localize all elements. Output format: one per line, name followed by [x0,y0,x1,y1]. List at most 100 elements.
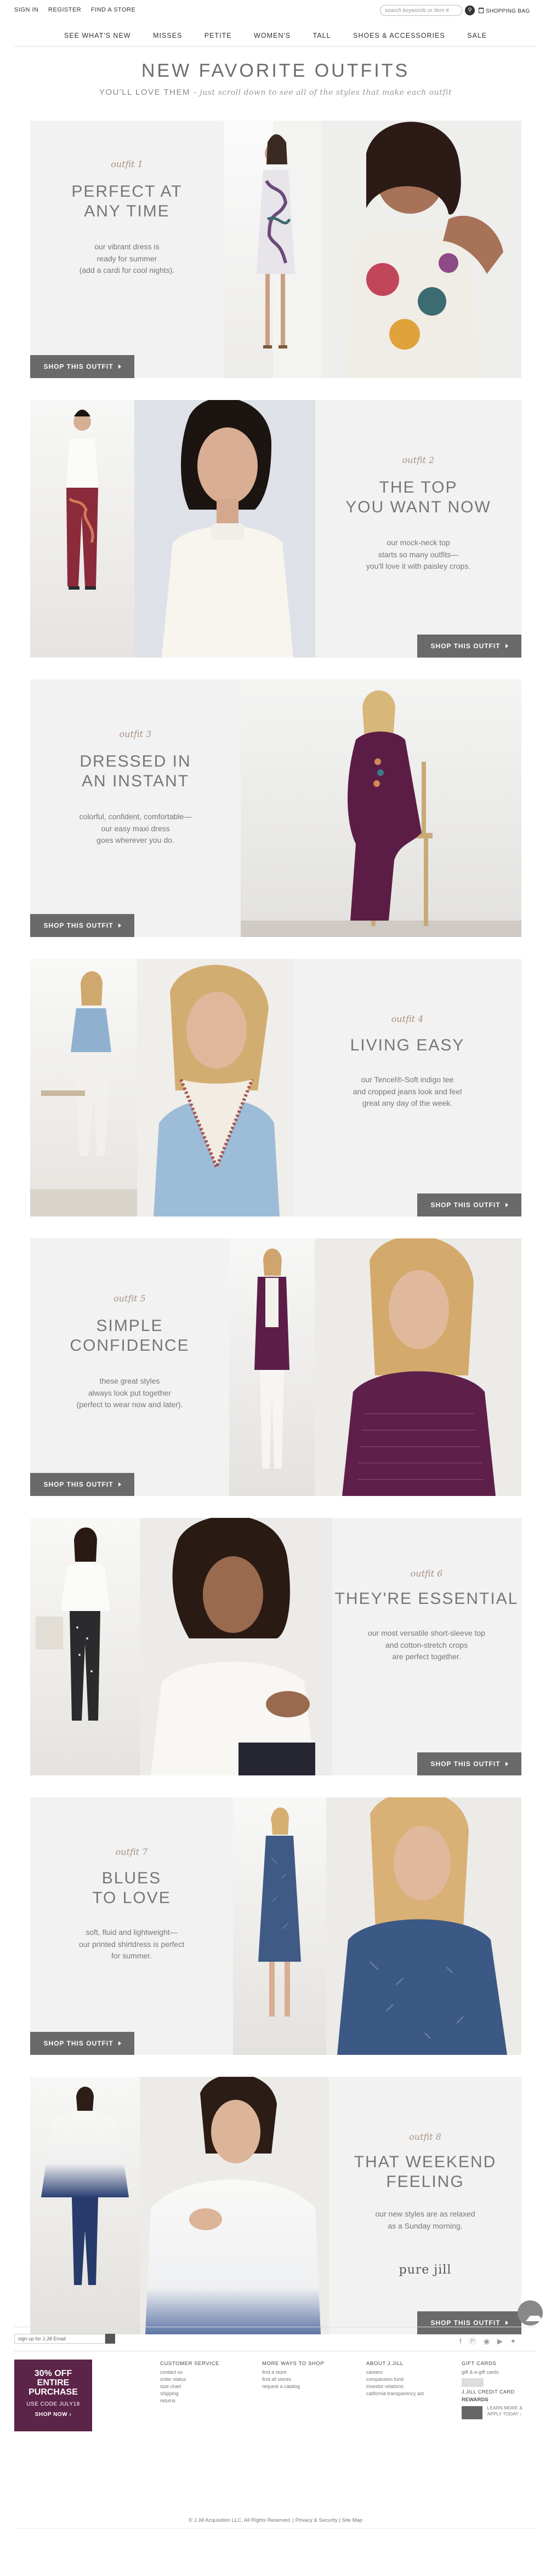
outfit-7: outfit 7 BLUES TO LOVE soft, fluid and li… [30,1797,521,2055]
nav-tall[interactable]: TALL [313,32,331,39]
pinterest-icon[interactable]: Ⓟ [469,2337,476,2345]
outfit-5-label: outfit 5 [113,1293,146,1304]
shop-outfit-8-button[interactable]: SHOP THIS OUTFIT [417,2311,521,2334]
email-submit-button[interactable] [105,2334,115,2344]
register-link[interactable]: REGISTER [48,7,81,13]
footer-link[interactable]: order status [160,2376,219,2383]
nav-divider [14,46,537,47]
outfit-5-photo-full[interactable] [229,1238,315,1496]
outfit-4-photo-full[interactable] [30,959,137,1216]
rewards-heading: J.JILL CREDIT CARD [462,2389,515,2395]
shop-outfit-6-button[interactable]: SHOP THIS OUTFIT [417,1752,521,1775]
desc-line: our new styles are as relaxed [375,2209,475,2218]
title-line: CONFIDENCE [70,1336,190,1355]
footer-divider [14,2528,537,2529]
footer-link[interactable]: request a catalog [262,2383,324,2390]
shop-outfit-3-button[interactable]: SHOP THIS OUTFIT [30,914,134,937]
nav-misses[interactable]: MISSES [153,32,182,39]
desc-line: and cotton-stretch crops [385,1640,468,1649]
outfit-5-photo-closeup[interactable] [315,1238,521,1496]
email-signup-input[interactable]: sign up for J.Jill Email [14,2334,105,2344]
nav-sale[interactable]: SALE [467,32,487,39]
outfit-6-photo-closeup[interactable] [140,1518,332,1775]
title-line: BLUES [101,1869,162,1887]
footer-column-more-ways: MORE WAYS TO SHOP find a store find all … [262,2360,324,2390]
instagram-icon[interactable]: ◉ [484,2337,490,2345]
outfit-4-photo-closeup[interactable] [137,959,293,1216]
rewards-apply-link[interactable]: LEARN MORE & APPLY TODAY › [487,2405,522,2417]
shop-outfit-1-button[interactable]: SHOP THIS OUTFIT [30,355,134,378]
desc-line: our printed shirtdress is perfect [78,1939,185,1949]
desc-line: our vibrant dress is [94,242,160,251]
outfit-7-photo-full[interactable] [233,1797,326,2055]
outfit-2-photo-full[interactable] [30,400,134,658]
credit-card-image [462,2406,482,2419]
nav-petite[interactable]: PETITE [205,32,232,39]
outfit-3-title: DRESSED IN AN INSTANT [30,752,241,791]
outfit-7-title: BLUES TO LOVE [30,1869,233,1908]
facebook-icon[interactable]: f [459,2337,462,2345]
nav-womens[interactable]: WOMEN'S [254,32,291,39]
footer-link[interactable]: compassion fund [366,2376,424,2383]
desc-line: our Tencel®-Soft indigo tee [361,1075,454,1084]
outfit-5-panel: outfit 5 SIMPLE CONFIDENCE these great st… [30,1238,229,1496]
shop-outfit-2-button[interactable]: SHOP THIS OUTFIT [417,635,521,658]
promo-line: PURCHASE [29,2387,78,2397]
credit-card-rewards[interactable]: J.JILL CREDIT CARD REWARDS LEARN MORE & A… [462,2389,527,2419]
pure-jill-logo: pure jill [399,2263,452,2277]
promo-shop-now-link[interactable]: SHOP NOW › [14,2412,92,2418]
shop-outfit-4-button[interactable]: SHOP THIS OUTFIT [417,1193,521,1216]
top-bar: SIGN IN REGISTER FIND A STORE search key… [0,0,551,16]
shop-outfit-7-button[interactable]: SHOP THIS OUTFIT [30,2032,134,2055]
outfit-7-photo-closeup[interactable] [326,1797,521,2055]
footer-link[interactable]: returns [160,2397,219,2404]
outfit-8-photo-closeup[interactable] [140,2077,329,2334]
outfit-7-description: soft, fluid and lightweight— our printed … [50,1927,213,1962]
desc-line: soft, fluid and lightweight— [86,1928,178,1937]
footer-heading: ABOUT J.JILL [366,2361,404,2367]
footer-link[interactable]: find a store [262,2369,324,2376]
promo-headline: 30% OFF ENTIRE PURCHASE [14,2369,92,2397]
outfit-4-panel: outfit 4 LIVING EASY our Tencel®-Soft in… [293,959,521,1216]
shopping-bag-link[interactable]: SHOPPING BAG [479,8,530,14]
outfit-1-label: outfit 1 [111,159,143,169]
footer-link[interactable]: size chart [160,2383,219,2390]
footer-link[interactable]: find all stores [262,2376,324,2383]
footer-link[interactable]: gift & e-gift cards [462,2369,499,2376]
page-title: NEW FAVORITE OUTFITS [141,60,410,81]
outfit-8-photo-full[interactable] [30,2077,140,2334]
outfit-1-photo-full[interactable] [224,121,322,378]
shop-outfit-5-button[interactable]: SHOP THIS OUTFIT [30,1473,134,1496]
nav-whats-new[interactable]: SEE WHAT'S NEW [64,32,131,39]
model-dip-dye-top-image [41,2087,129,2285]
find-store-link[interactable]: FIND A STORE [91,7,136,13]
footer-link[interactable]: careers [366,2369,424,2376]
twitter-icon[interactable]: ✦ [510,2337,516,2345]
outfit-3-photo[interactable] [241,679,521,937]
outfit-1-title: PERFECT AT ANY TIME [30,182,224,221]
promo-line: 30% OFF [34,2369,72,2378]
footer-column-gift-cards: GIFT CARDS gift & e-gift cards [462,2360,499,2387]
desc-line: as a Sunday morning. [388,2221,463,2230]
sign-in-link[interactable]: SIGN IN [14,7,38,13]
footer-link[interactable]: contact us [160,2369,219,2376]
title-line: FEELING [386,2173,464,2191]
footer-heading: CUSTOMER SERVICE [160,2361,219,2367]
footer-link[interactable]: investor relations [366,2383,424,2390]
outfit-2-photo-closeup[interactable] [134,400,315,658]
nav-shoes-accessories[interactable]: SHOES & ACCESSORIES [353,32,445,39]
outfit-1-photo-closeup[interactable] [322,121,521,378]
desc-line: are perfect together. [392,1652,461,1661]
search-input[interactable]: search keywords or item # [380,5,462,16]
footer-link[interactable]: california transparency act [366,2390,424,2397]
outfit-6-photo-full[interactable] [30,1518,140,1775]
scroll-to-top-button[interactable] [518,2300,543,2326]
search-icon[interactable]: ⚲ [465,5,475,15]
outfit-2-title: THE TOP YOU WANT NOW [315,478,521,517]
model-floral-dress-image [257,121,322,378]
desc-line: starts so many outfits— [378,550,459,559]
youtube-icon[interactable]: ▶ [497,2337,503,2345]
promo-banner[interactable]: 30% OFF ENTIRE PURCHASE USE CODE JULY18 SH… [14,2360,92,2431]
footer-link[interactable]: shipping [160,2390,219,2397]
page-subtitle: YOU'LL LOVE THEM – just scroll down to s… [0,88,551,97]
